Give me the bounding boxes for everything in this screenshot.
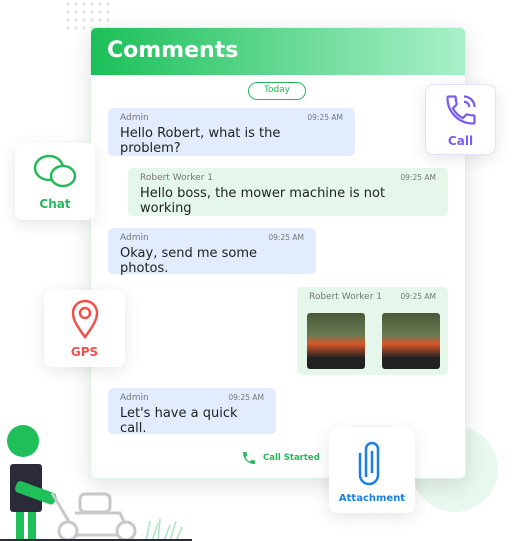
time: 09:25 AM	[400, 173, 436, 182]
time: 09:25 AM	[400, 292, 436, 301]
time: 09:25 AM	[268, 233, 304, 242]
panel-title: Comments	[91, 28, 465, 75]
message-text: Hello Robert, what is the problem?	[120, 126, 281, 156]
feature-attachment: Attachment	[329, 427, 415, 513]
feature-call: Call	[425, 84, 496, 155]
message-bubble: Admin 09:25 AM Hello Robert, what is the …	[108, 108, 355, 156]
time: 09:25 AM	[307, 113, 343, 122]
call-started-status: Call Started	[241, 450, 320, 466]
feature-label: Attachment	[338, 492, 406, 504]
call-status-text: Call Started	[263, 453, 320, 463]
feature-chat: Chat	[15, 143, 95, 220]
feature-gps: GPS	[44, 290, 125, 367]
feature-label: Call	[447, 133, 474, 148]
message-bubble: Admin 09:25 AM Okay, send me some photos.	[108, 228, 316, 276]
message-bubble-photos: Robert Worker 1 09:25 AM	[297, 287, 448, 375]
feature-label: Chat	[39, 196, 71, 211]
message-text: Okay, send me some photos.	[120, 246, 258, 276]
location-pin-icon	[71, 299, 98, 339]
date-pill: Today	[248, 82, 306, 100]
paperclip-icon	[358, 441, 380, 485]
sender: Admin	[120, 113, 149, 123]
message-bubble: Robert Worker 1 09:25 AM Hello boss, the …	[128, 168, 448, 216]
sender: Robert Worker 1	[309, 292, 382, 302]
mower-photo[interactable]	[307, 313, 365, 369]
phone-call-icon	[445, 94, 476, 125]
sender: Admin	[120, 233, 149, 243]
sender: Admin	[120, 393, 149, 403]
feature-label: GPS	[70, 344, 99, 359]
phone-icon	[243, 452, 255, 464]
sender: Robert Worker 1	[140, 173, 213, 183]
mower-photo[interactable]	[382, 313, 440, 369]
time: 09:25 AM	[228, 393, 264, 402]
comments-panel: Comments Today Admin 09:25 AM Hello Rober…	[90, 27, 466, 479]
message-text: Hello boss, the mower machine is not wor…	[140, 186, 386, 216]
person-mowing-illustration	[0, 425, 192, 541]
chat-icon	[33, 154, 77, 187]
